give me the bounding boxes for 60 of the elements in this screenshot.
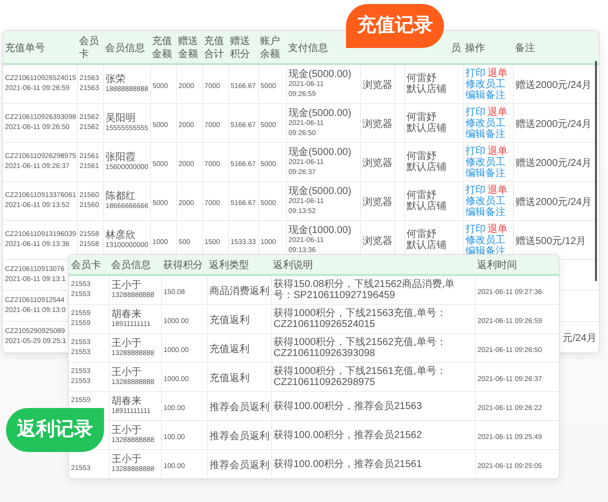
table-cell: 浏览器 xyxy=(360,142,394,182)
table-cell: 浏览器 xyxy=(360,64,394,104)
callout-label: 返利记录 xyxy=(6,408,104,452)
table-cell: 获得1000积分，下线21562充值,单号：CZ2106110926393098 xyxy=(271,334,475,362)
action-link[interactable]: 退单 xyxy=(488,106,508,118)
column-header: 备注 xyxy=(513,31,599,64)
table-cell: 充值返利 xyxy=(207,362,271,392)
column-header: 会员信息 xyxy=(103,31,150,64)
action-link[interactable]: 编辑备注 xyxy=(466,168,506,178)
column-header: 赠送金额 xyxy=(176,31,202,64)
table-cell: 获得1000积分，下线21561充值,单号：CZ2106110926298975 xyxy=(271,362,475,392)
table-cell: 何雷妤 默认店铺 xyxy=(404,104,463,142)
action-link[interactable]: 修改员工 xyxy=(466,196,506,206)
action-link[interactable]: 打印 xyxy=(466,146,486,156)
table-cell: 获得100.00积分，推荐会员21561 xyxy=(271,450,475,478)
column-header: 赠送积分 xyxy=(228,31,258,64)
table-cell: 获得150.08积分，下线21562商品消费,单号：SP2106110927196459 xyxy=(271,275,475,304)
table-cell: 何雷妤 默认店铺 xyxy=(404,142,463,182)
action-link[interactable]: 退单 xyxy=(488,68,508,78)
action-link[interactable]: 退单 xyxy=(488,184,508,196)
column-header: 返利类型 xyxy=(207,255,271,275)
column-header: 返利时间 xyxy=(475,255,559,275)
action-link[interactable]: 打印 xyxy=(466,184,486,196)
table-cell: 获得100.00积分，推荐会员21562 xyxy=(271,420,475,450)
callout-label: 充值记录 xyxy=(346,4,444,48)
column-header: 操作 xyxy=(463,31,513,64)
column-header: 充值合计 xyxy=(202,31,228,64)
action-link[interactable]: 编辑备注 xyxy=(466,128,506,140)
action-link[interactable]: 修改员工 xyxy=(466,234,506,246)
table-cell: 浏览器 xyxy=(360,104,394,142)
table-cell: 商品消费返利 xyxy=(207,275,271,304)
column-header: 获得积分 xyxy=(161,255,207,275)
table-cell: 获得1000积分，下线21563充值,单号：CZ2106110926524015 xyxy=(271,304,475,334)
action-link[interactable]: 编辑备注 xyxy=(466,90,506,100)
action-link[interactable]: 编辑备注 xyxy=(466,206,506,218)
table-cell: 何雷妤 默认店铺 xyxy=(404,182,463,220)
scrollbar[interactable] xyxy=(595,61,597,281)
column-header: 会员卡 xyxy=(69,255,109,275)
column-header: 账户余额 xyxy=(258,31,286,64)
action-link[interactable]: 修改员工 xyxy=(466,78,506,90)
action-link[interactable]: 退单 xyxy=(488,224,508,234)
action-link[interactable]: 打印 xyxy=(466,224,486,234)
table-cell: 充值返利 xyxy=(207,304,271,334)
column-header: 会员信息 xyxy=(109,255,161,275)
table-cell: 推荐会员返利 xyxy=(207,420,271,450)
table-cell: 获得100.00积分，推荐会员21563 xyxy=(271,392,475,420)
column-header: 返利说明 xyxy=(271,255,475,275)
column-header: 会员卡 xyxy=(77,31,103,64)
action-link[interactable]: 退单 xyxy=(488,146,508,156)
table-cell: 推荐会员返利 xyxy=(207,392,271,420)
column-header: 充值单号 xyxy=(3,31,77,64)
action-link[interactable]: 修改员工 xyxy=(466,156,506,168)
table-cell: 何雷妤 默认店铺 xyxy=(404,64,463,104)
action-link[interactable]: 打印 xyxy=(466,106,486,118)
table-cell: 推荐会员返利 xyxy=(207,450,271,478)
action-link[interactable]: 打印 xyxy=(466,68,486,78)
table-cell: 充值返利 xyxy=(207,334,271,362)
action-link[interactable]: 修改员工 xyxy=(466,118,506,128)
column-header: 充值金额 xyxy=(150,31,176,64)
table-cell: 浏览器 xyxy=(360,182,394,220)
